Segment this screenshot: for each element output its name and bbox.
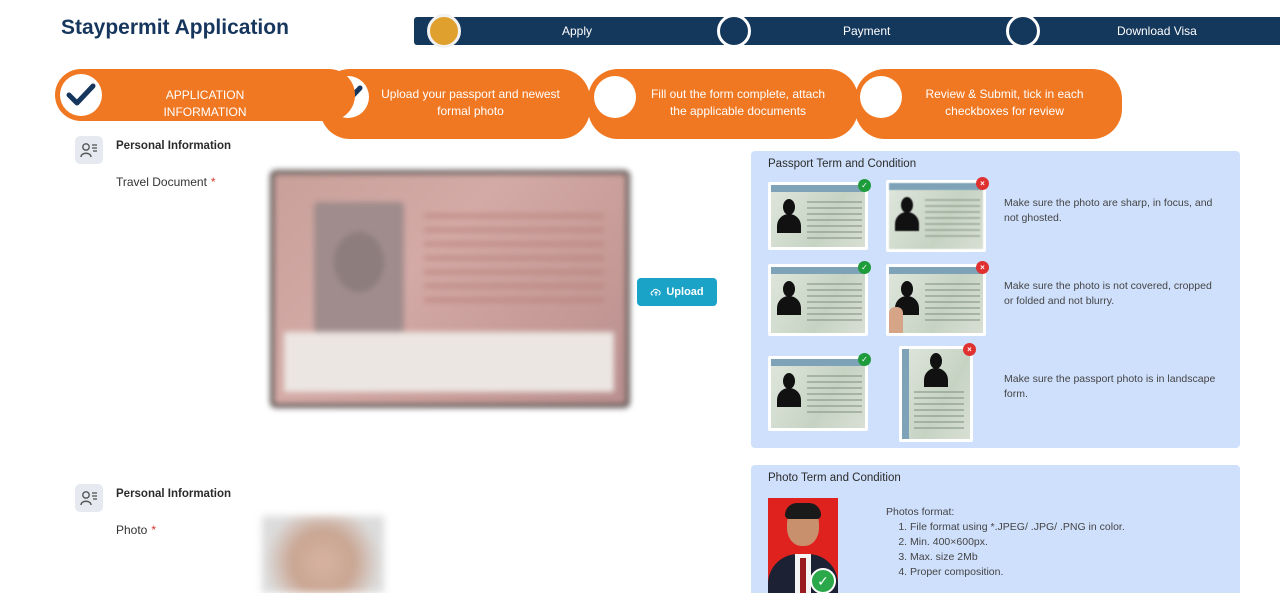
upload-button-label: Upload	[666, 286, 704, 298]
section-title-personal-info: Personal Information	[116, 488, 232, 500]
cross-badge-icon: ×	[976, 261, 989, 274]
photo-label-text: Photo	[116, 523, 148, 537]
passport-terms-title: Passport Term and Condition	[768, 158, 917, 170]
check-badge-icon: ✓	[858, 179, 871, 192]
passport-example-bad: ×	[886, 177, 989, 252]
stepper-step-review[interactable]: Review & Submit, tick in each checkboxes…	[855, 69, 1122, 139]
passport-example-good: ✓	[768, 179, 871, 250]
photo-formats-heading: Photos format:	[886, 506, 955, 518]
cloud-upload-icon	[650, 288, 661, 296]
photo-preview	[262, 516, 384, 593]
cross-badge-icon: ×	[963, 343, 976, 356]
photo-format-item: Proper composition.	[910, 565, 1125, 580]
checkmark-icon	[66, 83, 96, 106]
page-title: Staypermit Application	[61, 16, 289, 39]
check-badge-icon: ✓	[810, 568, 836, 593]
check-badge-icon: ✓	[858, 353, 871, 366]
check-badge-icon: ✓	[858, 261, 871, 274]
passport-example-good: ✓	[768, 353, 871, 431]
stepper-label-fill-form: Fill out the form complete, attach the a…	[650, 87, 826, 118]
application-stepper: Review & Submit, tick in each checkboxes…	[55, 69, 1122, 139]
passport-example-bad: ×	[899, 343, 976, 442]
stepper-step-fill-form[interactable]: Fill out the form complete, attach the a…	[588, 69, 858, 139]
photo-terms-title: Photo Term and Condition	[768, 472, 901, 484]
stepper-step-upload[interactable]: Upload your passport and newest formal p…	[320, 69, 590, 139]
photo-format-requirements: Photos format: File format using *.JPEG/…	[886, 505, 1125, 580]
required-mark: *	[210, 175, 216, 189]
step-apply-indicator	[427, 14, 461, 48]
top-progress-nav: Apply Payment Download Visa	[414, 14, 1280, 48]
passport-example-bad: ×	[886, 261, 989, 336]
travel-document-preview	[270, 170, 630, 408]
passport-rule-not-covered: Make sure the photo is not covered, crop…	[1004, 280, 1212, 307]
stepper-label-review: Review & Submit, tick in each checkboxes…	[925, 87, 1084, 118]
travel-document-label: Travel Document *	[116, 175, 216, 189]
step-circle-review	[860, 76, 902, 118]
photo-format-item: Max. size 2Mb	[910, 550, 1125, 565]
photo-format-item: File format using *.JPEG/ .JPG/ .PNG in …	[910, 520, 1125, 535]
photo-terms-panel: Photo Term and Condition ✓ Photos format…	[751, 465, 1240, 593]
step-apply-label[interactable]: Apply	[562, 24, 592, 38]
stepper-label-application-info: APPLICATION INFORMATION	[163, 88, 247, 119]
stepper-step-application-info[interactable]: APPLICATION INFORMATION	[55, 69, 355, 121]
step-circle-fill-form	[594, 76, 636, 118]
section-title-personal-info: Personal Information	[116, 140, 232, 152]
passport-rule-sharp: Make sure the photo are sharp, in focus,…	[1004, 197, 1213, 224]
step-circle-application-info	[60, 74, 102, 116]
person-list-icon	[75, 484, 103, 512]
upload-button[interactable]: Upload	[637, 278, 717, 306]
passport-example-good: ✓	[768, 261, 871, 336]
photo-format-item: Min. 400×600px.	[910, 535, 1125, 550]
travel-document-label-text: Travel Document	[116, 175, 207, 189]
staypermit-page: Staypermit Application Apply Payment Dow…	[0, 0, 1280, 593]
step-payment-indicator	[717, 14, 751, 48]
photo-label: Photo *	[116, 523, 156, 537]
passport-terms-panel: Passport Term and Condition ✓ × Make sur…	[751, 151, 1240, 448]
stepper-label-upload: Upload your passport and newest formal p…	[381, 87, 560, 118]
person-list-icon	[75, 136, 103, 164]
passport-rule-landscape: Make sure the passport photo is in lands…	[1004, 373, 1216, 400]
step-download-visa-label[interactable]: Download Visa	[1117, 24, 1197, 38]
cross-badge-icon: ×	[976, 177, 989, 190]
required-mark: *	[151, 523, 157, 537]
step-payment-label[interactable]: Payment	[843, 24, 890, 38]
step-download-visa-indicator	[1006, 14, 1040, 48]
